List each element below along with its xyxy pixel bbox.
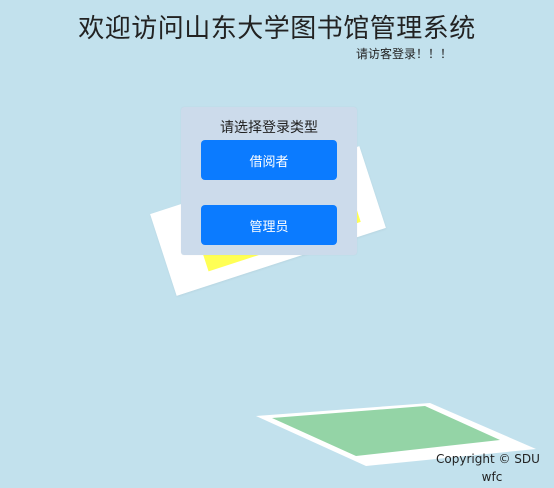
admin-login-button[interactable]: 管理员	[201, 205, 337, 245]
login-type-heading: 请选择登录类型	[220, 120, 318, 136]
footer: Copyright © SDU wfc	[428, 450, 548, 486]
decorative-paper-bottom-green	[272, 406, 500, 456]
footer-copyright: Copyright © SDU	[436, 452, 540, 466]
reader-login-button[interactable]: 借阅者	[201, 140, 337, 180]
footer-author: wfc	[481, 470, 503, 484]
page-title: 欢迎访问山东大学图书馆管理系统	[78, 14, 476, 44]
login-card: 请选择登录类型 借阅者 管理员	[181, 107, 357, 255]
page-subtitle: 请访客登录！！！	[356, 47, 453, 61]
